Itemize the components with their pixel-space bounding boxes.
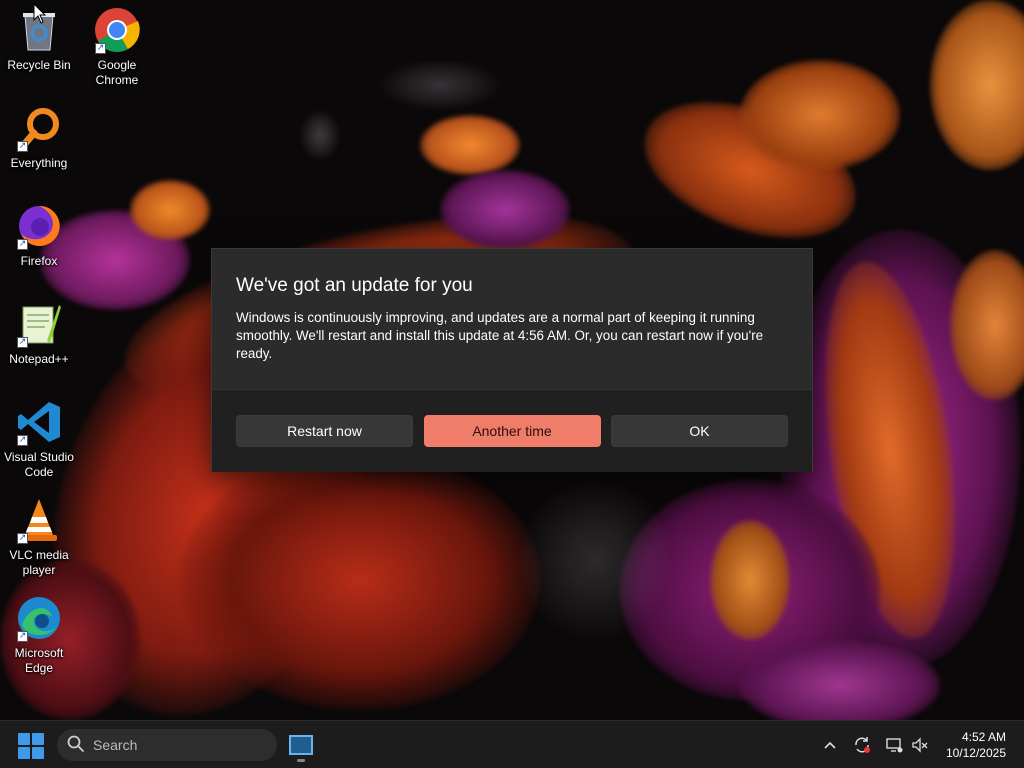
network-icon[interactable] — [882, 733, 906, 757]
edge-icon: ↗ — [15, 594, 63, 642]
volume-icon[interactable] — [908, 733, 932, 757]
another-time-button[interactable]: Another time — [423, 415, 601, 447]
start-button[interactable] — [18, 733, 44, 759]
desktop-icon-visual-studio-code[interactable]: ↗ Visual Studio Code — [0, 398, 78, 480]
firefox-icon: ↗ — [15, 202, 63, 250]
desktop-icon-label: Notepad++ — [9, 352, 69, 366]
taskbar-search-box[interactable]: Search — [57, 729, 277, 761]
windows-logo-icon — [18, 733, 30, 745]
taskbar: Search 4:52 AM 10/12/2025 — [0, 720, 1024, 768]
chrome-icon: ↗ — [93, 6, 141, 54]
app-window-icon — [289, 735, 313, 755]
restart-now-button[interactable]: Restart now — [236, 415, 413, 447]
desktop-icon-notepad-plus-plus[interactable]: ↗ Notepad++ — [0, 300, 78, 367]
update-dialog: We've got an update for you Windows is c… — [211, 248, 813, 472]
desktop-icon-label: Firefox — [20, 254, 58, 268]
clock-time: 4:52 AM — [961, 730, 1006, 744]
desktop-icon-everything[interactable]: ↗ Everything — [0, 104, 78, 171]
mouse-cursor-icon — [33, 2, 47, 29]
vlc-cone-icon: ↗ — [15, 496, 63, 544]
desktop-icon-label: Recycle Bin — [7, 58, 71, 72]
dialog-message: Windows is continuously improving, and u… — [236, 310, 764, 361]
desktop-icon-google-chrome[interactable]: ↗ Google Chrome — [78, 6, 156, 88]
shortcut-arrow-icon: ↗ — [17, 141, 28, 152]
running-indicator — [297, 759, 305, 762]
dialog-title: We've got an update for you — [236, 275, 473, 296]
search-placeholder: Search — [93, 737, 138, 753]
desktop-icon-label: Everything — [10, 156, 68, 170]
desktop-icon-label: Visual Studio Code — [4, 450, 74, 479]
desktop-icons: Recycle Bin ↗ Google Chrome ↗ Everything… — [0, 0, 160, 720]
ok-button[interactable]: OK — [611, 415, 788, 447]
dialog-footer: Restart now Another time OK — [212, 389, 812, 472]
shortcut-arrow-icon: ↗ — [95, 43, 106, 54]
clock-date: 10/12/2025 — [945, 746, 1006, 760]
desktop-icon-firefox[interactable]: ↗ Firefox — [0, 202, 78, 269]
notepad-plus-plus-icon: ↗ — [15, 300, 63, 348]
desktop-icon-microsoft-edge[interactable]: ↗ Microsoft Edge — [0, 594, 78, 676]
shortcut-arrow-icon: ↗ — [17, 239, 28, 250]
shortcut-arrow-icon: ↗ — [17, 533, 28, 544]
taskbar-app-window[interactable] — [285, 729, 317, 762]
desktop-icon-label: Microsoft Edge — [14, 646, 64, 675]
desktop-icon-label: Google Chrome — [95, 58, 139, 87]
desktop-icon-label: VLC media player — [9, 548, 69, 577]
chevron-up-icon[interactable] — [818, 733, 842, 757]
vscode-icon: ↗ — [15, 398, 63, 446]
shortcut-arrow-icon: ↗ — [17, 631, 28, 642]
taskbar-clock[interactable]: 4:52 AM 10/12/2025 — [946, 729, 1006, 761]
search-icon — [67, 735, 87, 755]
system-tray — [818, 721, 932, 768]
desktop-icon-vlc-media-player[interactable]: ↗ VLC media player — [0, 496, 78, 578]
shortcut-arrow-icon: ↗ — [17, 435, 28, 446]
dialog-body: We've got an update for you Windows is c… — [212, 249, 812, 389]
update-icon[interactable] — [850, 733, 874, 757]
shortcut-arrow-icon: ↗ — [17, 337, 28, 348]
everything-search-icon: ↗ — [15, 104, 63, 152]
